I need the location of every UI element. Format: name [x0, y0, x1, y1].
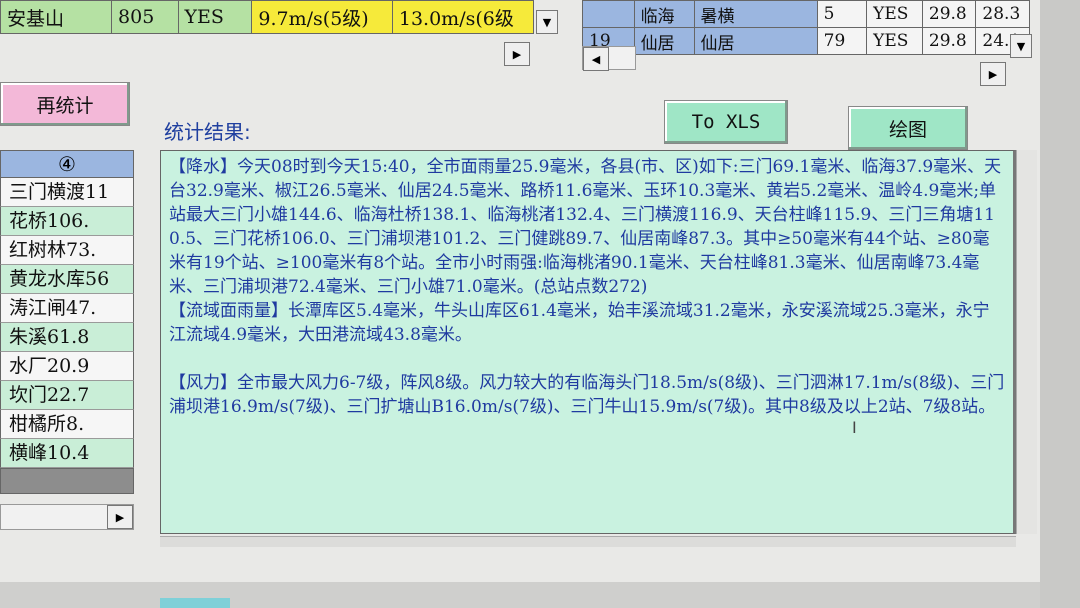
list-item[interactable]: 花桥106. [0, 207, 134, 236]
list-item[interactable]: 涛江闸47. [0, 294, 134, 323]
table-row[interactable]: 临海 暑横 5 YES 29.8 28.3 [582, 0, 1030, 28]
result-textarea[interactable]: 【降水】今天08时到今天15:40，全市面雨量25.9毫米，各县(市、区)如下:… [160, 150, 1016, 534]
station-wind-table: 安基山 805 YES 9.7m/s(5级) 13.0m/s(6级 [0, 0, 535, 34]
list-item[interactable]: 坎门22.7 [0, 381, 134, 410]
list-item[interactable]: 柑橘所8. [0, 410, 134, 439]
station-cell[interactable]: 仙居 [693, 27, 818, 55]
count-cell[interactable]: 79 [816, 27, 868, 55]
draw-chart-button[interactable]: 绘图 [848, 106, 968, 150]
table-row[interactable]: 安基山 805 YES 9.7m/s(5级) 13.0m/s(6级 [0, 0, 535, 34]
value-cell[interactable]: 29.8 [921, 27, 977, 55]
county-cell[interactable]: 仙居 [633, 27, 695, 55]
chevron-right-icon[interactable]: ▶ [504, 42, 530, 66]
bottom-strip [0, 582, 1040, 608]
text-cursor-icon: I [852, 418, 857, 437]
recount-button[interactable]: 再统计 [0, 82, 130, 126]
chevron-left-icon[interactable]: ◀ [583, 47, 609, 71]
table-row[interactable]: 19 仙居 仙居 79 YES 29.8 24.1 [582, 27, 1030, 55]
list-item[interactable]: 横峰10.4 [0, 439, 134, 468]
window-edge [1040, 0, 1080, 608]
horizontal-scrollbar[interactable]: ◀ [582, 46, 636, 71]
list-item[interactable]: 朱溪61.8 [0, 323, 134, 352]
chevron-right-icon[interactable]: ▶ [107, 505, 133, 529]
export-xls-button[interactable]: To XLS [664, 100, 788, 144]
list-item[interactable]: 红树林73. [0, 236, 134, 265]
station-name-cell[interactable]: 安基山 [0, 0, 113, 34]
chevron-right-icon[interactable]: ▶ [980, 62, 1006, 86]
list-empty-row [0, 468, 134, 494]
flag-cell[interactable]: YES [866, 27, 923, 55]
horizontal-scrollbar[interactable]: ▶ [0, 504, 134, 530]
chevron-down-icon[interactable]: ▼ [536, 10, 558, 34]
count-cell[interactable]: 805 [111, 0, 179, 34]
wind-gust-cell[interactable]: 13.0m/s(6级 [391, 0, 535, 34]
list-item[interactable]: 三门横渡11 [0, 178, 134, 207]
taskbar-indicator [160, 598, 230, 608]
textarea-border [1016, 150, 1037, 534]
flag-cell[interactable]: YES [177, 0, 253, 34]
station-cell[interactable]: 暑横 [693, 0, 818, 28]
list-item[interactable]: 水厂20.9 [0, 352, 134, 381]
station-list: ④ 三门横渡11 花桥106. 红树林73. 黄龙水库56 涛江闸47. 朱溪6… [0, 150, 134, 494]
wind-avg-cell[interactable]: 9.7m/s(5级) [251, 0, 393, 34]
station-temp-table: 临海 暑横 5 YES 29.8 28.3 19 仙居 仙居 79 YES 29… [582, 0, 1030, 55]
count-cell[interactable]: 5 [816, 0, 868, 28]
county-cell[interactable]: 临海 [633, 0, 695, 28]
textarea-border [160, 536, 1016, 547]
chevron-down-icon[interactable]: ▼ [1010, 34, 1032, 58]
list-item[interactable]: 黄龙水库56 [0, 265, 134, 294]
index-cell[interactable] [582, 0, 635, 28]
result-label: 统计结果: [164, 120, 251, 144]
list-header[interactable]: ④ [0, 150, 134, 178]
value-cell[interactable]: 29.8 [921, 0, 977, 28]
value-cell[interactable]: 28.3 [975, 0, 1030, 28]
flag-cell[interactable]: YES [866, 0, 923, 28]
